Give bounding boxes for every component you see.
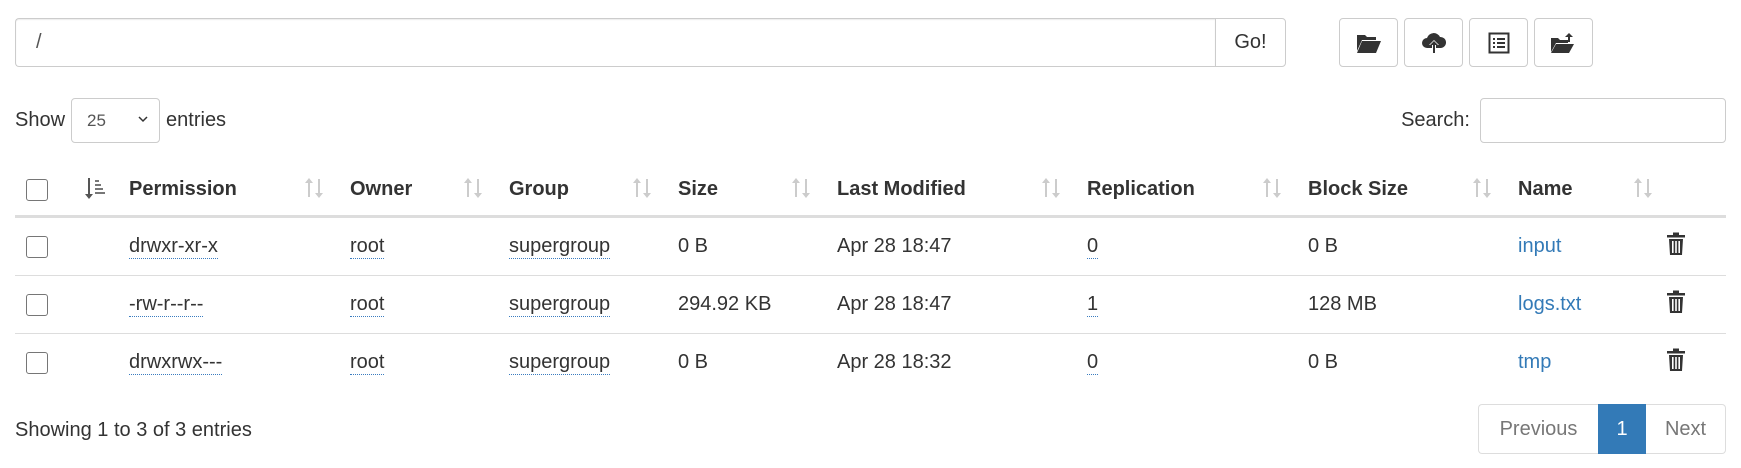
owner-cell[interactable]: root [350, 235, 385, 259]
go-button[interactable]: Go! [1215, 18, 1286, 67]
directory-path-input[interactable] [15, 18, 1215, 67]
replication-cell[interactable]: 0 [1087, 235, 1099, 259]
entries-length-control: Show 25 entries [15, 98, 226, 143]
select-all-checkbox[interactable] [26, 179, 48, 201]
file-name-link[interactable]: input [1518, 235, 1561, 258]
row-checkbox[interactable] [26, 294, 48, 316]
group-cell[interactable]: supergroup [509, 293, 611, 317]
row-checkbox[interactable] [26, 236, 48, 258]
block-size-cell: 128 MB [1308, 293, 1377, 315]
search-input[interactable] [1480, 98, 1726, 143]
entries-label: entries [166, 109, 227, 131]
page-1-button[interactable]: 1 [1598, 404, 1646, 454]
replication-cell[interactable]: 1 [1087, 293, 1099, 317]
sort-both-icon[interactable] [1633, 176, 1655, 200]
block-size-cell: 0 B [1308, 351, 1339, 373]
sort-both-icon[interactable] [304, 176, 326, 200]
list-alt-icon [1488, 32, 1509, 53]
last-modified-cell: Apr 28 18:47 [837, 235, 952, 257]
column-header-block-size[interactable]: Block Size [1308, 178, 1408, 201]
pagination: Previous 1 Next [1478, 404, 1726, 454]
row-checkbox[interactable] [26, 352, 48, 374]
file-name-link[interactable]: tmp [1518, 351, 1551, 374]
permission-cell[interactable]: -rw-r--r-- [129, 293, 204, 317]
block-size-cell: 0 B [1308, 235, 1339, 257]
group-cell[interactable]: supergroup [509, 351, 611, 375]
table-row: -rw-r--r-- root supergroup 294.92 KB Apr… [15, 276, 1726, 334]
sort-both-icon[interactable] [632, 176, 654, 200]
sort-both-icon[interactable] [1262, 176, 1284, 200]
size-cell: 0 B [678, 235, 709, 257]
sort-both-icon[interactable] [1472, 176, 1494, 200]
table-body: drwxr-xr-x root supergroup 0 B Apr 28 18… [15, 218, 1726, 392]
size-cell: 0 B [678, 351, 709, 373]
entries-select[interactable]: 25 [71, 98, 161, 143]
table-header: Permission Owner Group Size Last Modifie… [15, 163, 1726, 218]
create-directory-button[interactable] [1339, 18, 1398, 67]
chevron-down-icon [138, 116, 148, 123]
trash-icon[interactable] [1666, 348, 1686, 372]
permission-cell[interactable]: drwxr-xr-x [129, 235, 218, 259]
folder-move-icon [1550, 32, 1574, 53]
group-cell[interactable]: supergroup [509, 235, 611, 259]
sort-both-icon[interactable] [791, 176, 813, 200]
owner-cell[interactable]: root [350, 351, 385, 375]
entries-select-value: 25 [87, 110, 106, 130]
column-header-size[interactable]: Size [678, 178, 718, 201]
column-header-owner[interactable]: Owner [350, 178, 412, 201]
trash-icon[interactable] [1666, 232, 1686, 256]
sort-both-icon[interactable] [1041, 176, 1063, 200]
move-folder-button[interactable] [1534, 18, 1593, 67]
sort-both-icon[interactable] [463, 176, 485, 200]
search-label: Search: [1401, 109, 1470, 131]
table-row: drwxr-xr-x root supergroup 0 B Apr 28 18… [15, 218, 1726, 276]
last-modified-cell: Apr 28 18:32 [837, 351, 952, 373]
size-cell: 294.92 KB [678, 293, 772, 315]
list-view-button[interactable] [1469, 18, 1528, 67]
table-row: drwxrwx--- root supergroup 0 B Apr 28 18… [15, 334, 1726, 392]
file-table: Permission Owner Group Size Last Modifie… [15, 163, 1726, 392]
column-header-replication[interactable]: Replication [1087, 178, 1195, 201]
sort-ascending-icon[interactable] [83, 176, 107, 200]
upload-file-button[interactable] [1404, 18, 1463, 67]
path-bar: Go! [15, 18, 1286, 67]
search-control: Search: [1401, 98, 1726, 143]
cloud-upload-icon [1421, 32, 1446, 53]
folder-open-icon [1356, 34, 1381, 53]
trash-icon[interactable] [1666, 290, 1686, 314]
next-page-button[interactable]: Next [1646, 404, 1726, 454]
column-header-name[interactable]: Name [1518, 178, 1572, 201]
last-modified-cell: Apr 28 18:47 [837, 293, 952, 315]
show-label: Show [15, 109, 66, 131]
permission-cell[interactable]: drwxrwx--- [129, 351, 223, 375]
replication-cell[interactable]: 0 [1087, 351, 1099, 375]
file-name-link[interactable]: logs.txt [1518, 293, 1581, 316]
owner-cell[interactable]: root [350, 293, 385, 317]
column-header-last-modified[interactable]: Last Modified [837, 178, 966, 201]
column-header-permission[interactable]: Permission [129, 178, 237, 201]
previous-page-button[interactable]: Previous [1478, 404, 1598, 454]
column-header-group[interactable]: Group [509, 178, 569, 201]
table-info: Showing 1 to 3 of 3 entries [15, 419, 252, 441]
